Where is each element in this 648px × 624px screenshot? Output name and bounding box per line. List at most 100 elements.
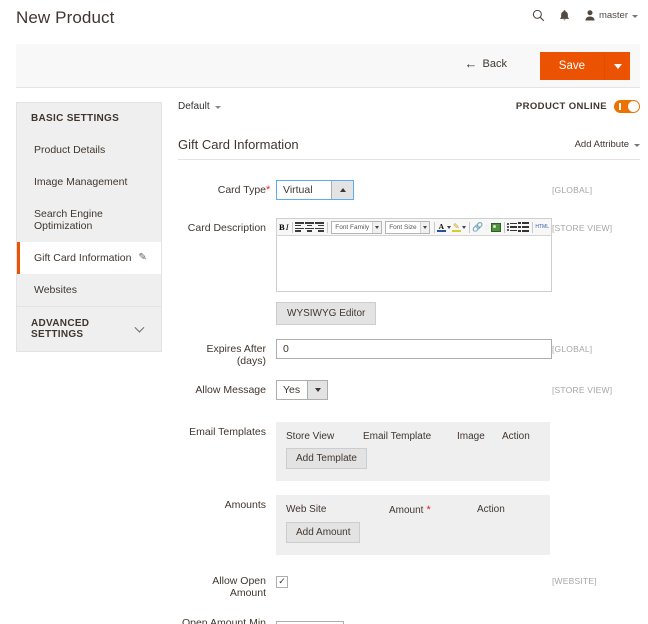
unlink-icon[interactable]: ◌ xyxy=(484,220,489,234)
card-type-dropdown-button[interactable] xyxy=(331,181,353,199)
column-header-action: Action xyxy=(502,431,530,442)
allow-open-amount-label: Allow Open Amount xyxy=(212,575,266,599)
arrow-left-icon: ← xyxy=(464,56,478,71)
wysiwyg-editor-button[interactable]: WYSIWYG Editor xyxy=(276,302,377,325)
page-header: New Product master xyxy=(0,0,648,38)
allow-message-scope: [STORE VIEW] xyxy=(552,385,613,395)
sidebar-item-product-details[interactable]: Product Details xyxy=(17,134,161,166)
bullet-list-icon[interactable] xyxy=(506,220,518,234)
email-templates-label: Email Templates xyxy=(189,426,266,438)
column-header-amount: Amount * xyxy=(389,504,431,516)
expires-after-input[interactable] xyxy=(276,339,552,359)
product-online-label: PRODUCT ONLINE xyxy=(515,101,607,112)
toggle-knob xyxy=(628,101,639,112)
field-row-card-description: Card Description B I Font Family Font Si… xyxy=(178,218,640,325)
column-header-web-site: Web Site xyxy=(286,504,327,515)
back-button[interactable]: ← Back xyxy=(465,57,507,70)
text-color-icon[interactable]: A xyxy=(436,220,446,234)
product-online-toggle-group: PRODUCT ONLINE xyxy=(516,100,640,113)
chevron-down-icon xyxy=(613,63,622,69)
card-type-required-marker: * xyxy=(266,184,271,196)
chevron-down-icon[interactable] xyxy=(446,220,451,234)
save-options-button[interactable] xyxy=(604,52,630,80)
toggle-on-mark xyxy=(619,103,621,110)
font-size-select[interactable]: Font Size xyxy=(385,220,430,234)
chevron-down-icon xyxy=(314,388,321,392)
allow-open-amount-scope: [WEBSITE] xyxy=(552,576,597,586)
sidebar-item-search-engine-optimization[interactable]: Search Engine Optimization xyxy=(17,198,161,242)
chevron-down-icon xyxy=(419,221,429,233)
check-icon: ✓ xyxy=(278,576,286,586)
card-type-select[interactable]: Virtual xyxy=(276,180,354,200)
allow-message-dropdown-button[interactable] xyxy=(307,381,327,399)
amounts-header-row: Web Site Amount * Action xyxy=(286,504,540,522)
highlighter-icon[interactable]: ✎ xyxy=(451,220,461,234)
sidebar-advanced-label: ADVANCED SETTINGS xyxy=(31,318,90,340)
field-row-open-amount-min: Open Amount Min Value * [GLOBAL] xyxy=(178,613,640,624)
back-label: Back xyxy=(482,57,507,70)
field-row-allow-open-amount: Allow Open Amount ✓ [WEBSITE] xyxy=(178,571,640,599)
allow-message-value: Yes xyxy=(283,384,301,396)
card-type-scope: [GLOBAL] xyxy=(552,185,593,195)
save-button[interactable]: Save xyxy=(539,52,604,80)
chevron-up-icon xyxy=(339,188,346,192)
chevron-down-icon xyxy=(372,221,382,233)
store-view-label: Default xyxy=(178,101,210,112)
section-header: Gift Card Information Add Attribute xyxy=(178,137,640,152)
font-family-value: Font Family xyxy=(335,223,370,231)
search-icon[interactable] xyxy=(532,9,545,22)
font-family-select[interactable]: Font Family xyxy=(331,220,383,234)
main-content: Default PRODUCT ONLINE Gift Card Informa… xyxy=(178,100,640,624)
field-row-expires-after: Expires After (days) [GLOBAL] xyxy=(178,339,640,367)
allow-message-select[interactable]: Yes xyxy=(276,380,328,400)
card-description-textarea[interactable] xyxy=(277,236,551,291)
pencil-icon: ✎ xyxy=(138,252,147,263)
sidebar-item-label: Gift Card Information xyxy=(34,252,132,264)
expires-after-label: Expires After (days) xyxy=(206,343,266,367)
align-left-icon[interactable] xyxy=(295,220,304,234)
field-row-email-templates: Email Templates Store View Email Templat… xyxy=(178,422,640,481)
align-right-icon[interactable] xyxy=(315,220,324,234)
product-online-toggle[interactable] xyxy=(614,100,640,113)
column-header-action: Action xyxy=(477,504,505,515)
italic-icon[interactable]: I xyxy=(286,220,289,234)
allow-message-label: Allow Message xyxy=(195,384,266,396)
numbered-list-icon[interactable] xyxy=(518,220,530,234)
column-header-store-view: Store View xyxy=(286,431,335,442)
sidebar-item-websites[interactable]: Websites xyxy=(17,274,161,306)
allow-open-amount-checkbox[interactable]: ✓ xyxy=(276,576,288,588)
header-actions: master xyxy=(532,9,638,22)
sidebar-group-advanced-settings[interactable]: ADVANCED SETTINGS xyxy=(17,306,161,351)
page-title: New Product xyxy=(16,8,115,27)
scope-row: Default PRODUCT ONLINE xyxy=(178,100,640,113)
card-description-scope: [STORE VIEW] xyxy=(552,223,613,233)
sidebar-item-gift-card-information[interactable]: Gift Card Information ✎ xyxy=(17,242,161,274)
open-amount-min-scope: [GLOBAL] xyxy=(552,613,640,624)
sidebar-item-image-management[interactable]: Image Management xyxy=(17,166,161,198)
user-menu[interactable]: master xyxy=(584,9,638,22)
add-amount-button[interactable]: Add Amount xyxy=(286,522,361,543)
card-type-value: Virtual xyxy=(283,184,313,196)
link-icon[interactable]: 🔗 xyxy=(472,220,483,234)
save-button-group: Save xyxy=(539,52,630,80)
add-template-button[interactable]: Add Template xyxy=(286,448,367,469)
add-attribute-label: Add Attribute xyxy=(574,139,629,150)
expires-after-scope: [GLOBAL] xyxy=(552,344,593,354)
bold-icon[interactable]: B xyxy=(279,220,285,234)
card-type-label: Card Type xyxy=(217,184,266,196)
settings-sidebar: BASIC SETTINGS Product Details Image Man… xyxy=(16,102,162,352)
card-description-label: Card Description xyxy=(187,222,266,234)
chevron-down-icon[interactable] xyxy=(461,220,466,234)
add-attribute-button[interactable]: Add Attribute xyxy=(575,139,640,150)
amounts-grid: Web Site Amount * Action Add Amount xyxy=(276,495,550,555)
bell-icon[interactable] xyxy=(559,9,570,22)
align-center-icon[interactable] xyxy=(305,220,314,234)
action-bar: ← Back Save xyxy=(16,44,640,88)
store-view-switcher[interactable]: Default xyxy=(178,101,221,112)
chevron-down-icon xyxy=(634,143,640,147)
font-size-value: Font Size xyxy=(389,223,417,231)
html-source-icon[interactable]: HTML xyxy=(535,220,549,234)
image-icon[interactable] xyxy=(490,220,501,234)
card-description-editor[interactable]: B I Font Family Font Size A ✎ 🔗 ◌ HTML xyxy=(276,218,552,292)
section-title: Gift Card Information xyxy=(178,137,299,152)
